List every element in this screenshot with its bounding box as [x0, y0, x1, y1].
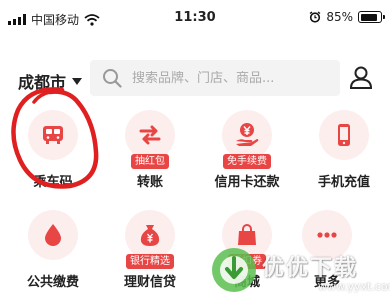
promo-badge: 抽红包	[131, 154, 169, 169]
service-label: 转账	[136, 175, 163, 190]
money-bag-icon	[140, 225, 160, 246]
service-icon-bubble	[28, 210, 78, 260]
status-bar: 中国移动 11:30 85%	[0, 0, 390, 36]
city-name: 成都市	[18, 73, 67, 92]
service-icon-bubble	[222, 110, 272, 160]
service-more[interactable]: 更多	[278, 208, 376, 298]
shopping-bag-icon	[238, 224, 256, 245]
status-right: 85%	[309, 10, 385, 24]
battery-percent: 85%	[326, 10, 353, 24]
service-label: 公共缴费	[26, 275, 79, 290]
alarm-icon	[309, 11, 321, 23]
service-icon-bubble	[302, 210, 352, 260]
service-icon-bubble	[28, 110, 78, 160]
promo-badge: 抵扣券	[228, 254, 266, 269]
service-mobile-topup[interactable]: 手机充值	[295, 108, 390, 198]
service-label: 理财信贷	[123, 275, 176, 290]
bus-icon	[43, 126, 63, 144]
caret-down-icon	[72, 77, 83, 85]
service-icon-bubble	[319, 110, 369, 160]
user-icon[interactable]	[348, 64, 374, 90]
battery-icon	[358, 11, 385, 23]
promo-badge: 免手续费	[223, 154, 271, 169]
service-label: 信用卡还款	[214, 175, 280, 190]
service-transfer[interactable]: 抽红包 转账	[101, 108, 199, 198]
drop-icon	[45, 224, 61, 246]
service-icon-bubble	[125, 210, 175, 260]
service-public-payment[interactable]: 公共缴费	[4, 208, 102, 298]
yuan-hand-icon	[236, 123, 259, 146]
phone-icon	[338, 124, 350, 146]
search-icon	[103, 69, 122, 88]
service-wealth-loans[interactable]: 银行精选 理财信贷	[101, 208, 199, 298]
service-label: 手机充值	[317, 175, 370, 190]
more-dots-icon	[317, 232, 337, 238]
service-label: 更多	[313, 275, 340, 290]
search-input[interactable]	[132, 70, 332, 86]
search-bar[interactable]	[90, 60, 340, 96]
battery-fill	[360, 13, 377, 21]
service-icon-bubble	[222, 210, 272, 260]
service-grid: 乘车码 抽红包 转账 免手续费 信用卡还款 手机充值 公共缴费 银行精选 理财信…	[0, 108, 390, 300]
service-credit-card-repay[interactable]: 免手续费 信用卡还款	[198, 108, 296, 198]
service-label: 乘车码	[33, 175, 73, 190]
service-icon-bubble	[125, 110, 175, 160]
header: 成都市	[0, 58, 390, 100]
transfer-arrows-icon	[139, 125, 161, 145]
promo-badge: 银行精选	[126, 254, 174, 269]
service-bus-code[interactable]: 乘车码	[4, 108, 102, 198]
city-selector[interactable]: 成都市	[18, 69, 83, 93]
